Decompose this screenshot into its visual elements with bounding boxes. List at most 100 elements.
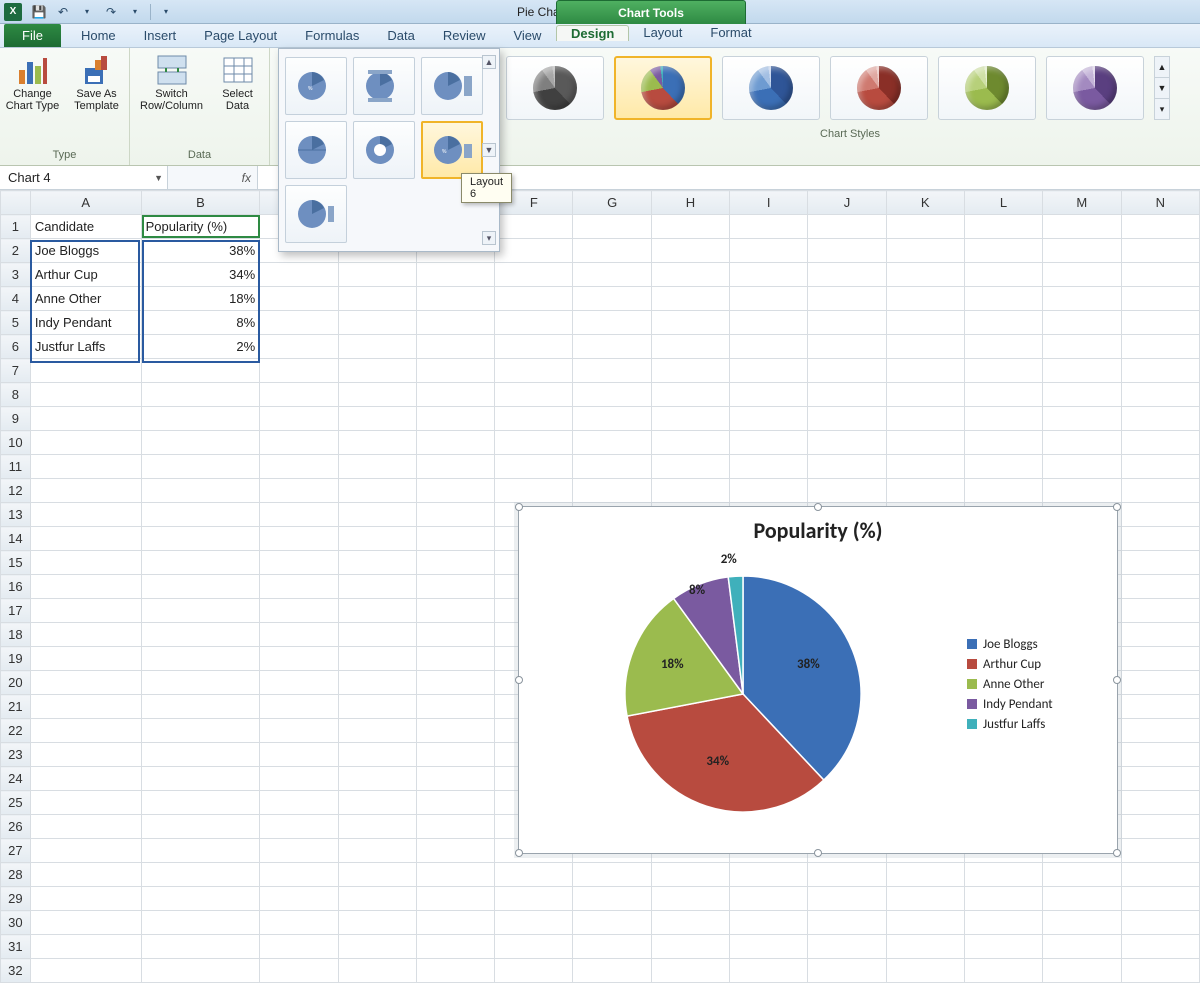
cell[interactable] bbox=[30, 959, 141, 983]
column-header[interactable]: I bbox=[730, 191, 808, 215]
cell[interactable] bbox=[651, 263, 729, 287]
file-tab[interactable]: File bbox=[4, 24, 61, 47]
cell[interactable] bbox=[808, 287, 886, 311]
cell[interactable] bbox=[730, 935, 808, 959]
cell[interactable] bbox=[416, 527, 494, 551]
legend-item[interactable]: Indy Pendant bbox=[967, 697, 1117, 712]
row-header[interactable]: 2 bbox=[1, 239, 31, 263]
cell[interactable] bbox=[730, 263, 808, 287]
cell[interactable] bbox=[260, 431, 338, 455]
cell[interactable] bbox=[141, 623, 260, 647]
cell[interactable] bbox=[730, 335, 808, 359]
cell[interactable] bbox=[416, 911, 494, 935]
row-header[interactable]: 11 bbox=[1, 455, 31, 479]
cell[interactable]: Candidate bbox=[30, 215, 141, 239]
cell[interactable] bbox=[1121, 383, 1199, 407]
tab-layout[interactable]: Layout bbox=[629, 24, 696, 40]
row-header[interactable]: 12 bbox=[1, 479, 31, 503]
cell[interactable] bbox=[495, 287, 573, 311]
cell[interactable] bbox=[1043, 455, 1121, 479]
cell[interactable] bbox=[260, 479, 338, 503]
cell[interactable] bbox=[338, 935, 416, 959]
cell[interactable] bbox=[730, 383, 808, 407]
chart-style-thumb[interactable] bbox=[1046, 56, 1144, 120]
cell[interactable] bbox=[808, 335, 886, 359]
cell[interactable] bbox=[30, 623, 141, 647]
cell[interactable] bbox=[1043, 239, 1121, 263]
cell[interactable] bbox=[30, 527, 141, 551]
cell[interactable] bbox=[495, 455, 573, 479]
tab-review[interactable]: Review bbox=[429, 24, 500, 47]
cell[interactable] bbox=[1121, 263, 1199, 287]
cell[interactable] bbox=[416, 719, 494, 743]
cell[interactable] bbox=[730, 887, 808, 911]
cell[interactable] bbox=[141, 887, 260, 911]
gallery-scroll-down-icon[interactable]: ▼ bbox=[482, 143, 496, 157]
cell[interactable] bbox=[141, 383, 260, 407]
cell[interactable] bbox=[260, 863, 338, 887]
cell[interactable] bbox=[573, 935, 651, 959]
cell[interactable] bbox=[1121, 215, 1199, 239]
cell[interactable] bbox=[30, 887, 141, 911]
cell[interactable] bbox=[1121, 479, 1199, 503]
cell[interactable] bbox=[495, 935, 573, 959]
chart-layout-thumb[interactable] bbox=[285, 121, 347, 179]
chart-layout-thumb[interactable] bbox=[353, 57, 415, 115]
cell[interactable] bbox=[964, 239, 1042, 263]
row-header[interactable]: 25 bbox=[1, 791, 31, 815]
cell[interactable] bbox=[416, 863, 494, 887]
chart-legend[interactable]: Joe BloggsArthur CupAnne OtherIndy Penda… bbox=[967, 632, 1117, 737]
cell[interactable] bbox=[260, 671, 338, 695]
row-header[interactable]: 27 bbox=[1, 839, 31, 863]
cell[interactable] bbox=[30, 431, 141, 455]
cell[interactable] bbox=[964, 335, 1042, 359]
cell[interactable] bbox=[651, 935, 729, 959]
cell[interactable] bbox=[573, 911, 651, 935]
styles-more-icon[interactable]: ▾ bbox=[1155, 98, 1169, 119]
row-header[interactable]: 30 bbox=[1, 911, 31, 935]
cell[interactable] bbox=[1043, 311, 1121, 335]
cell[interactable] bbox=[338, 647, 416, 671]
cell[interactable] bbox=[1121, 935, 1199, 959]
name-box[interactable]: Chart 4 ▼ bbox=[0, 166, 168, 189]
cell[interactable] bbox=[30, 815, 141, 839]
cell[interactable] bbox=[573, 431, 651, 455]
cell[interactable] bbox=[808, 455, 886, 479]
cell[interactable] bbox=[338, 767, 416, 791]
cell[interactable] bbox=[30, 767, 141, 791]
tab-formulas[interactable]: Formulas bbox=[291, 24, 373, 47]
cell[interactable] bbox=[30, 383, 141, 407]
cell[interactable] bbox=[1043, 383, 1121, 407]
row-header[interactable]: 28 bbox=[1, 863, 31, 887]
plot-area[interactable]: 38%34%18%8%2% bbox=[519, 544, 967, 824]
cell[interactable] bbox=[338, 431, 416, 455]
cell[interactable] bbox=[338, 311, 416, 335]
cell[interactable] bbox=[260, 407, 338, 431]
cell[interactable] bbox=[573, 383, 651, 407]
chart-layout-thumb[interactable] bbox=[421, 57, 483, 115]
cell[interactable] bbox=[964, 959, 1042, 983]
cell[interactable] bbox=[573, 455, 651, 479]
cell[interactable] bbox=[260, 287, 338, 311]
cell[interactable] bbox=[260, 551, 338, 575]
tab-home[interactable]: Home bbox=[67, 24, 130, 47]
tab-view[interactable]: View bbox=[499, 24, 555, 47]
cell[interactable] bbox=[573, 335, 651, 359]
cell[interactable] bbox=[416, 575, 494, 599]
cell[interactable] bbox=[495, 863, 573, 887]
cell[interactable] bbox=[416, 671, 494, 695]
cell[interactable] bbox=[141, 503, 260, 527]
column-header[interactable]: M bbox=[1043, 191, 1121, 215]
resize-handle[interactable] bbox=[515, 849, 523, 857]
cell[interactable] bbox=[651, 407, 729, 431]
tab-page-layout[interactable]: Page Layout bbox=[190, 24, 291, 47]
cell[interactable] bbox=[260, 527, 338, 551]
cell[interactable] bbox=[1043, 935, 1121, 959]
cell[interactable] bbox=[1121, 743, 1199, 767]
resize-handle[interactable] bbox=[1113, 849, 1121, 857]
row-header[interactable]: 26 bbox=[1, 815, 31, 839]
cell[interactable] bbox=[416, 767, 494, 791]
cell[interactable] bbox=[1121, 359, 1199, 383]
cell[interactable] bbox=[416, 431, 494, 455]
cell[interactable] bbox=[808, 959, 886, 983]
